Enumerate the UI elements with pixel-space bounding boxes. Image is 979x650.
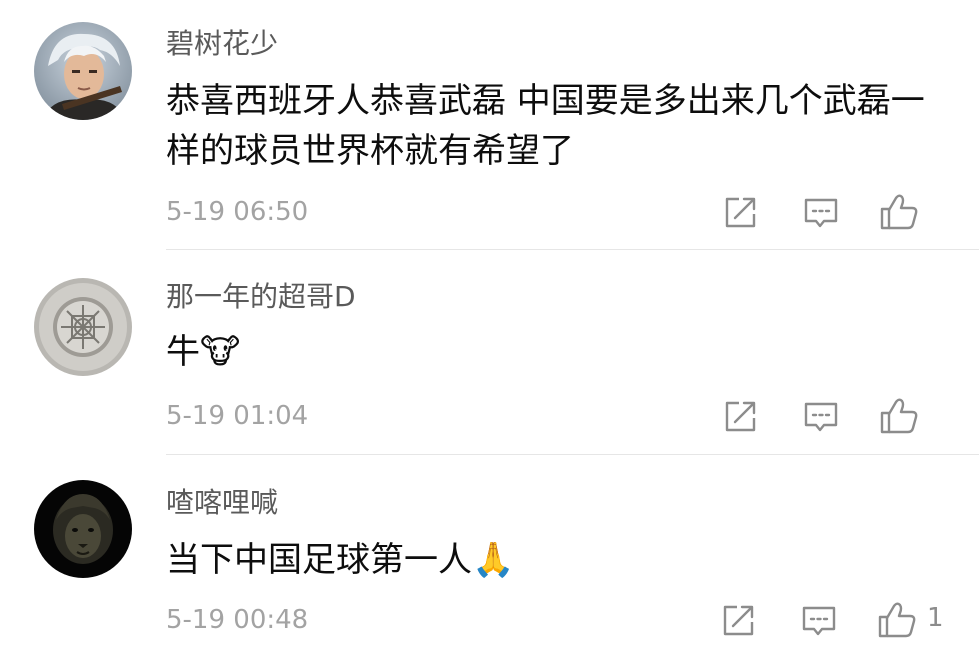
comment-text: 牛🐮: [166, 332, 241, 372]
comment-time: 5-19 00:48: [166, 605, 309, 635]
like-button[interactable]: [875, 598, 919, 642]
comment-icon: [804, 198, 838, 228]
comment-text: 当下中国足球第一人🙏: [166, 540, 515, 580]
comment-actions: [719, 394, 979, 438]
comment-item: 那一年的超哥D 牛🐮 5-19 01:04: [0, 250, 979, 455]
comment-actions: [719, 190, 979, 234]
comment-username[interactable]: 喳喀哩喊: [166, 485, 278, 521]
share-button[interactable]: [719, 190, 763, 234]
comment-time: 5-19 01:04: [166, 401, 309, 431]
comment-item: 喳喀哩喊 当下中国足球第一人🙏 5-19 00:48 1: [0, 455, 979, 650]
user-photo-avatar-icon: [34, 22, 132, 120]
like-button[interactable]: [877, 190, 921, 234]
share-icon: [725, 197, 756, 228]
like-count: 1: [927, 603, 944, 633]
thumbs-up-icon: [880, 398, 918, 434]
comment-icon: [804, 402, 838, 432]
comment-username[interactable]: 碧树花少: [166, 26, 278, 62]
share-button[interactable]: [717, 598, 761, 642]
share-button[interactable]: [719, 394, 763, 438]
like-button[interactable]: [877, 394, 921, 438]
comment-icon: [802, 606, 836, 636]
comment-item: 碧树花少 恭喜西班牙人恭喜武磊 中国要是多出来几个武磊一样的球员世界杯就有希望了…: [0, 0, 979, 250]
reply-button[interactable]: [797, 598, 841, 642]
avatar[interactable]: [34, 22, 132, 120]
comment-username[interactable]: 那一年的超哥D: [166, 279, 356, 315]
reply-button[interactable]: [799, 394, 843, 438]
thumbs-up-icon: [880, 194, 918, 230]
avatar[interactable]: [34, 480, 132, 578]
comment-text: 恭喜西班牙人恭喜武磊 中国要是多出来几个武磊一样的球员世界杯就有希望了: [166, 81, 925, 171]
share-icon: [725, 401, 756, 432]
comment-time: 5-19 06:50: [166, 197, 309, 227]
thumbs-up-icon: [878, 602, 916, 638]
comment-list: 碧树花少 恭喜西班牙人恭喜武磊 中国要是多出来几个武磊一样的球员世界杯就有希望了…: [0, 0, 979, 650]
stone-window-avatar-icon: [34, 278, 132, 376]
comment-actions: 1: [717, 598, 979, 642]
share-icon: [723, 605, 754, 636]
reply-button[interactable]: [799, 190, 843, 234]
avatar[interactable]: [34, 278, 132, 376]
lion-avatar-icon: [34, 480, 132, 578]
